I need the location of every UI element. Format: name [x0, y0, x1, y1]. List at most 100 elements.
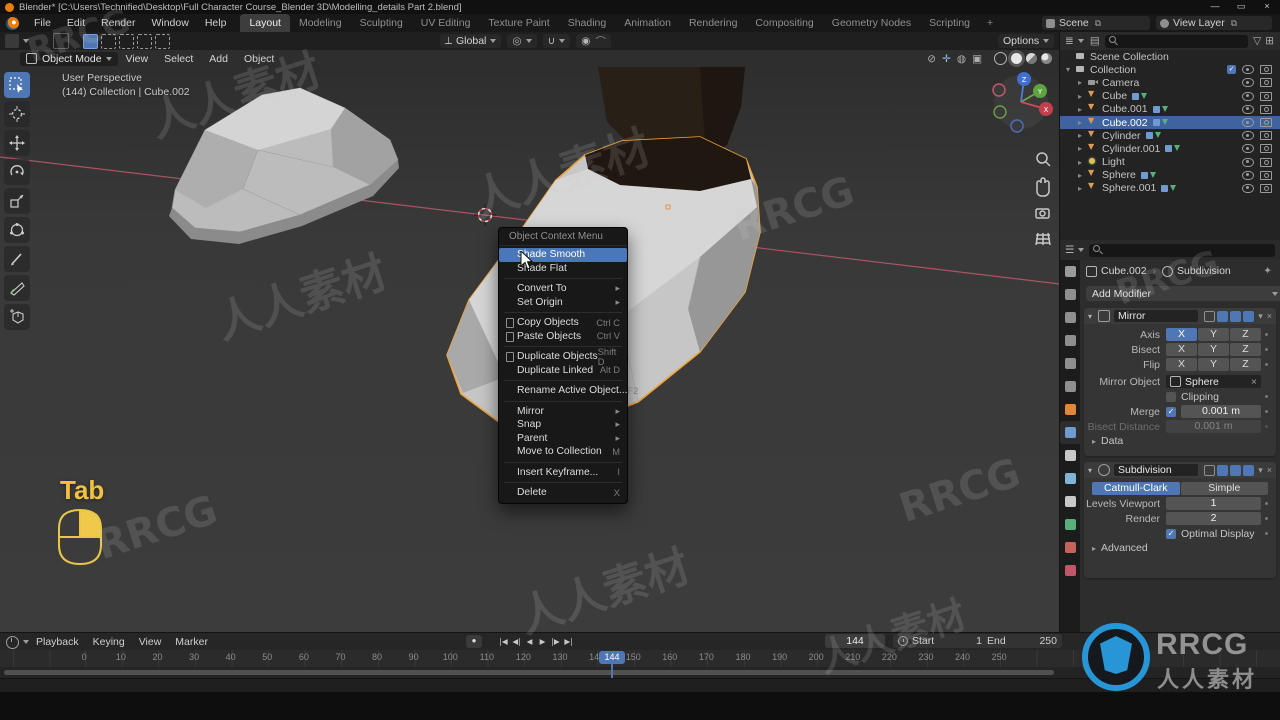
eye-icon[interactable] — [1242, 65, 1254, 75]
workspace-tab[interactable]: Compositing — [746, 14, 822, 32]
xray-icon[interactable]: ▣ — [972, 53, 982, 65]
timeline-menu[interactable]: Marker — [168, 636, 215, 648]
render-visibility-icon[interactable] — [1260, 65, 1272, 75]
overlays-icon[interactable]: ◍ — [957, 53, 966, 65]
outliner-row[interactable]: ▸ Camera — [1060, 76, 1280, 89]
move-tool[interactable] — [4, 130, 30, 156]
frame-end-field[interactable]: End 250 — [982, 634, 1062, 648]
animate-dot[interactable] — [1265, 363, 1268, 366]
select-mode-subtract-icon[interactable] — [119, 33, 134, 49]
world[interactable] — [1060, 375, 1080, 398]
show-on-cage-toggle[interactable] — [1204, 310, 1216, 322]
breadcrumb-object[interactable]: Cube.002 — [1101, 265, 1147, 277]
context-menu-item[interactable]: Convert To ▸ — [499, 282, 627, 296]
context-menu-item[interactable]: Move to Collection M ▸ — [499, 445, 627, 459]
gizmo-minus-z-axis[interactable] — [1010, 119, 1024, 133]
physics[interactable] — [1060, 467, 1080, 490]
topbar-menu[interactable]: Help — [197, 17, 235, 29]
animate-dot[interactable] — [1265, 333, 1268, 336]
shading-rendered-button[interactable] — [1041, 53, 1052, 64]
expand-icon[interactable]: ▾ — [1088, 466, 1098, 475]
properties-search-input[interactable] — [1089, 243, 1275, 257]
outliner-search-input[interactable] — [1104, 34, 1249, 48]
context-menu-item[interactable]: ▸ — [504, 380, 622, 381]
context-menu-item[interactable]: Parent ▸ — [499, 432, 627, 446]
outliner-row[interactable]: ▸ Sphere.001 — [1060, 181, 1280, 195]
animate-dot[interactable] — [1265, 532, 1268, 535]
timeline-editor-icon[interactable] — [6, 635, 19, 649]
tool[interactable] — [1060, 260, 1080, 283]
eye-icon[interactable] — [1242, 170, 1254, 180]
advanced-section-toggle[interactable]: ▸ Advanced — [1084, 541, 1276, 555]
flip-button[interactable]: Y — [1198, 358, 1229, 371]
eye-icon[interactable] — [1242, 91, 1254, 101]
auto-keying-toggle[interactable]: ● — [466, 635, 482, 648]
workspace-tab[interactable]: Modeling — [290, 14, 351, 32]
playhead-badge[interactable]: 144 — [599, 651, 625, 664]
select-mode-new-icon[interactable] — [83, 33, 98, 49]
new-scene-icon[interactable]: ⧉ — [1095, 18, 1101, 29]
proportional-edit-toggle[interactable]: ◉ ⌒ — [576, 34, 611, 48]
gizmo-minus-x-axis[interactable] — [992, 83, 1006, 97]
clipping-checkbox[interactable] — [1166, 391, 1176, 402]
context-menu-item[interactable]: Paste Objects Ctrl V ▸ — [499, 330, 627, 344]
context-menu-item[interactable]: Copy Objects Ctrl C ▸ — [499, 316, 627, 330]
eye-icon[interactable] — [1242, 118, 1254, 128]
eye-icon[interactable] — [1242, 78, 1254, 88]
eye-icon[interactable] — [1242, 144, 1254, 154]
close-button[interactable]: × — [1254, 0, 1280, 14]
object-data[interactable] — [1060, 513, 1080, 536]
render-visibility-icon[interactable] — [1260, 157, 1272, 167]
render-levels-field[interactable]: 2 — [1166, 512, 1261, 525]
play[interactable]: ▶ — [536, 635, 549, 648]
remove-modifier-icon[interactable]: × — [1267, 465, 1272, 475]
topbar-menu[interactable]: Window — [143, 17, 196, 29]
timeline-scrollbar[interactable] — [4, 670, 1054, 675]
extras-dropdown-icon[interactable]: ▾ — [1258, 311, 1263, 322]
ortho-grid-button[interactable] — [1035, 232, 1051, 246]
disclosure-icon[interactable]: ▸ — [1078, 105, 1088, 114]
outliner-row-scene-collection[interactable]: Scene Collection — [1060, 50, 1280, 63]
shading-wireframe-button[interactable] — [994, 52, 1007, 65]
render-visibility-icon[interactable] — [1260, 170, 1272, 180]
pivot-point-select[interactable]: ◎ — [507, 34, 537, 48]
context-menu-item[interactable]: Snap ▸ — [499, 418, 627, 432]
rotate-tool[interactable] — [4, 159, 30, 185]
add-modifier-button[interactable]: Add Modifier — [1086, 286, 1280, 301]
viewport-menu[interactable]: Add — [201, 53, 236, 65]
tool-dropdown-icon[interactable] — [23, 39, 29, 43]
render-visibility-icon[interactable] — [1260, 144, 1272, 154]
flip-button[interactable]: X — [1166, 358, 1197, 371]
collection-checkbox[interactable]: ✓ — [1227, 65, 1236, 75]
measure-tool[interactable] — [4, 275, 30, 301]
disclosure-icon[interactable]: ▸ — [1078, 118, 1088, 127]
snap-toggle[interactable]: ∪ — [542, 34, 571, 48]
context-menu-item[interactable]: Insert Keyframe... I ▸ — [499, 466, 627, 480]
particles[interactable] — [1060, 444, 1080, 467]
outliner-row[interactable]: ▸ Light — [1060, 156, 1280, 169]
scene[interactable] — [1060, 352, 1080, 375]
select-mode-intersect-icon[interactable] — [155, 33, 170, 49]
workspace-tab[interactable]: Shading — [559, 14, 616, 32]
prev-frame[interactable]: ◀ — [523, 635, 536, 648]
viewport-menu[interactable]: View — [118, 53, 157, 65]
outliner-row[interactable]: ▸ Cube — [1060, 89, 1280, 103]
breadcrumb-modifier[interactable]: Subdivision — [1177, 265, 1231, 277]
scene-selector[interactable]: Scene ⧉ — [1042, 16, 1150, 30]
active-tool-icon[interactable] — [5, 34, 19, 48]
context-menu-item[interactable]: Rename Active Object... F2 ▸ — [499, 384, 638, 398]
disclosure-icon[interactable]: ▸ — [1078, 184, 1088, 193]
minimize-button[interactable]: — — [1202, 0, 1228, 14]
modifier-name-field[interactable]: Subdivision — [1114, 464, 1199, 476]
next-keyframe[interactable]: |▶ — [549, 635, 562, 648]
optimal-display-checkbox[interactable]: ✓ — [1166, 528, 1176, 539]
clear-icon[interactable]: × — [1251, 376, 1257, 388]
context-menu-item[interactable]: Set Origin ▸ — [499, 296, 627, 310]
outliner-row[interactable]: ▸ Cube.001 — [1060, 102, 1280, 116]
pin-icon[interactable]: ✦ — [1263, 265, 1272, 277]
flip-button[interactable]: Z — [1230, 358, 1261, 371]
animate-dot[interactable] — [1265, 502, 1268, 505]
new-view-layer-icon[interactable]: ⧉ — [1231, 18, 1237, 29]
scale-tool[interactable] — [4, 188, 30, 214]
context-menu-item[interactable]: ▸ — [504, 482, 622, 483]
